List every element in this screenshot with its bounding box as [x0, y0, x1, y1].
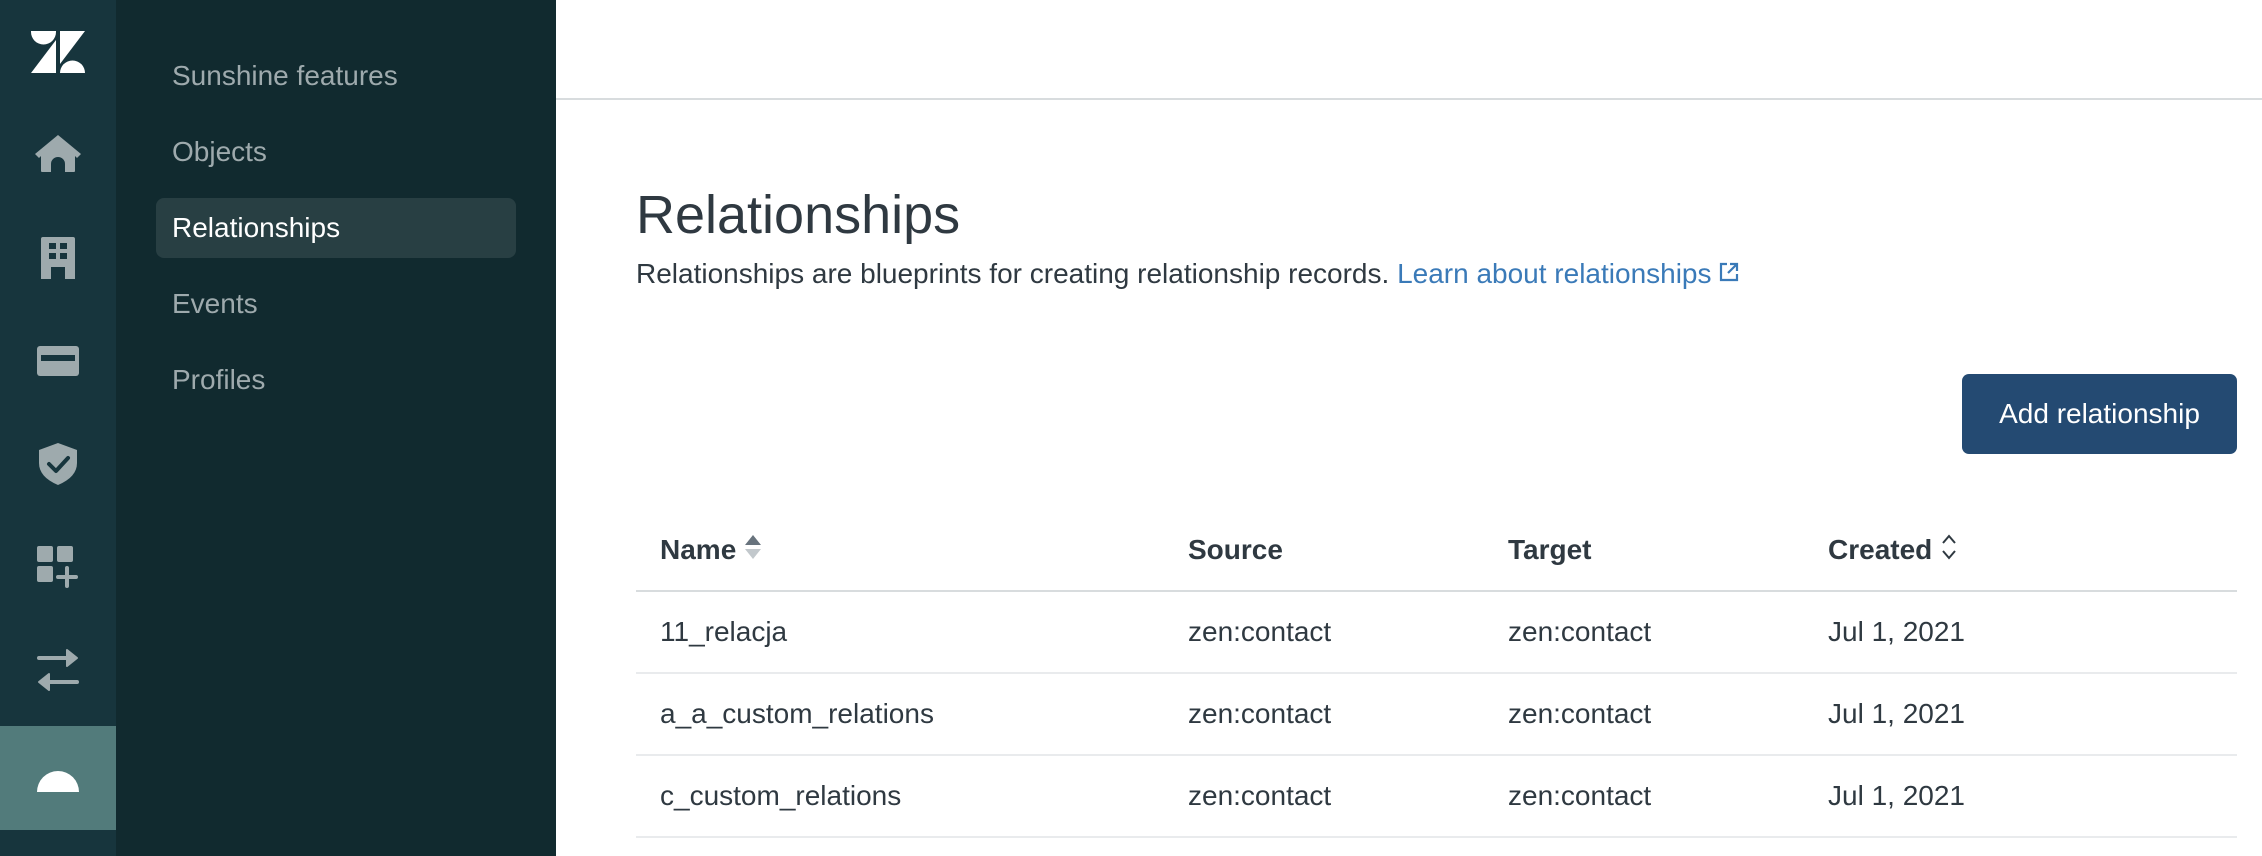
rail-item-billing[interactable]	[0, 309, 116, 413]
sort-ascending-icon[interactable]	[744, 534, 762, 567]
table-header: Name Source Target Created	[636, 510, 2237, 592]
main-content: Relationships Relationships are blueprin…	[556, 0, 2262, 856]
building-icon	[41, 237, 75, 279]
column-header-target: Target	[1508, 510, 1592, 590]
apps-add-icon	[37, 546, 79, 588]
table-row[interactable]: a_a_custom_relations zen:contact zen:con…	[636, 674, 2237, 756]
sunshine-icon	[37, 764, 79, 792]
learn-about-relationships-link[interactable]: Learn about relationships	[1397, 258, 1739, 289]
rail-item-security[interactable]	[0, 412, 116, 516]
cell-created: Jul 1, 2021	[1828, 780, 1965, 811]
cell-name[interactable]: a_a_custom_relations	[660, 674, 934, 754]
table-row[interactable]: 11_relacja zen:contact zen:contact Jul 1…	[636, 592, 2237, 674]
relationships-table: Name Source Target Created 11_relacja ze…	[636, 510, 2237, 838]
page-title: Relationships	[636, 185, 961, 245]
cell-source: zen:contact	[1188, 698, 1332, 729]
home-icon	[35, 135, 81, 175]
column-target-label: Target	[1508, 534, 1592, 565]
icon-rail	[0, 0, 116, 856]
cell-target: zen:contact	[1508, 780, 1652, 811]
description-text: Relationships are blueprints for creatin…	[636, 258, 1390, 289]
sortable-icon[interactable]	[1940, 533, 1958, 568]
shield-check-icon	[39, 443, 77, 485]
subnav-item-profiles[interactable]: Profiles	[156, 350, 516, 410]
page-description: Relationships are blueprints for creatin…	[636, 256, 1740, 292]
arrows-swap-icon	[37, 648, 79, 692]
rail-item-organizations[interactable]	[0, 206, 116, 310]
rail-item-home[interactable]	[0, 103, 116, 207]
table-row[interactable]: c_custom_relations zen:contact zen:conta…	[636, 756, 2237, 838]
top-header-bar	[556, 0, 2262, 100]
cell-source: zen:contact	[1188, 780, 1332, 811]
column-created-label: Created	[1828, 534, 1933, 565]
external-link-icon	[1718, 256, 1740, 292]
cell-created: Jul 1, 2021	[1828, 616, 1965, 647]
subnav-item-sunshine-features[interactable]: Sunshine features	[156, 46, 516, 106]
add-relationship-button[interactable]: Add relationship	[1962, 374, 2237, 454]
cell-name[interactable]: 11_relacja	[660, 592, 787, 672]
rail-item-zendesk-logo[interactable]	[0, 0, 116, 104]
cell-name[interactable]: c_custom_relations	[660, 756, 901, 836]
column-header-source: Source	[1188, 510, 1283, 590]
rail-item-sunshine[interactable]	[0, 726, 116, 830]
subnav-item-relationships[interactable]: Relationships	[156, 198, 516, 258]
card-icon	[37, 346, 79, 376]
column-header-name[interactable]: Name	[660, 510, 762, 590]
cell-created: Jul 1, 2021	[1828, 698, 1965, 729]
subnav-item-events[interactable]: Events	[156, 274, 516, 334]
zendesk-logo-icon	[31, 31, 85, 73]
cell-target: zen:contact	[1508, 698, 1652, 729]
rail-item-apps[interactable]	[0, 515, 116, 619]
cell-target: zen:contact	[1508, 616, 1652, 647]
secondary-nav: Sunshine features Objects Relationships …	[116, 0, 556, 856]
column-source-label: Source	[1188, 534, 1283, 565]
cell-source: zen:contact	[1188, 616, 1332, 647]
subnav-item-objects[interactable]: Objects	[156, 122, 516, 182]
learn-link-label: Learn about relationships	[1397, 258, 1712, 289]
rail-item-channels[interactable]	[0, 618, 116, 722]
column-header-created[interactable]: Created	[1828, 510, 1958, 590]
column-name-label: Name	[660, 534, 737, 565]
